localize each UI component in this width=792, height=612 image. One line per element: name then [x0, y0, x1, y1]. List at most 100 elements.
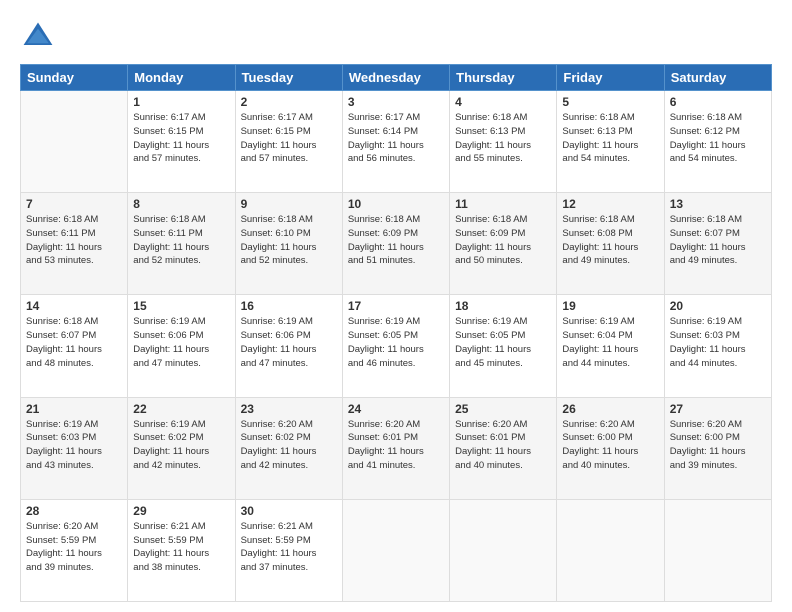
week-row-5: 28Sunrise: 6:20 AM Sunset: 5:59 PM Dayli…: [21, 499, 772, 601]
day-info: Sunrise: 6:17 AM Sunset: 6:15 PM Dayligh…: [133, 111, 229, 166]
day-number: 14: [26, 299, 122, 313]
weekday-wednesday: Wednesday: [342, 65, 449, 91]
weekday-friday: Friday: [557, 65, 664, 91]
header: [20, 18, 772, 54]
day-number: 17: [348, 299, 444, 313]
day-info: Sunrise: 6:18 AM Sunset: 6:13 PM Dayligh…: [455, 111, 551, 166]
day-cell: 16Sunrise: 6:19 AM Sunset: 6:06 PM Dayli…: [235, 295, 342, 397]
day-cell: 15Sunrise: 6:19 AM Sunset: 6:06 PM Dayli…: [128, 295, 235, 397]
day-number: 15: [133, 299, 229, 313]
day-info: Sunrise: 6:18 AM Sunset: 6:11 PM Dayligh…: [133, 213, 229, 268]
day-cell: [21, 91, 128, 193]
day-number: 23: [241, 402, 337, 416]
day-number: 6: [670, 95, 766, 109]
weekday-header-row: SundayMondayTuesdayWednesdayThursdayFrid…: [21, 65, 772, 91]
day-info: Sunrise: 6:18 AM Sunset: 6:07 PM Dayligh…: [670, 213, 766, 268]
day-cell: 18 Sunrise: 6:19 AM Sunset: 6:05 PM Dayli…: [450, 295, 557, 397]
day-info: Sunrise: 6:18 AM Sunset: 6:08 PM Dayligh…: [562, 213, 658, 268]
day-number: 18: [455, 299, 551, 313]
day-number: 20: [670, 299, 766, 313]
day-info: Sunrise: 6:18 AM Sunset: 6:10 PM Dayligh…: [241, 213, 337, 268]
weekday-saturday: Saturday: [664, 65, 771, 91]
week-row-3: 14 Sunrise: 6:18 AM Sunset: 6:07 PM Dayli…: [21, 295, 772, 397]
day-number: 1: [133, 95, 229, 109]
day-info: Sunrise: 6:20 AM Sunset: 5:59 PM Dayligh…: [26, 520, 122, 575]
day-cell: 19 Sunrise: 6:19 AM Sunset: 6:04 PM Dayli…: [557, 295, 664, 397]
day-info: Sunrise: 6:20 AM Sunset: 6:01 PM Dayligh…: [455, 418, 551, 473]
day-info: Sunrise: 6:20 AM Sunset: 6:02 PM Dayligh…: [241, 418, 337, 473]
day-cell: 17 Sunrise: 6:19 AM Sunset: 6:05 PM Dayli…: [342, 295, 449, 397]
day-cell: [557, 499, 664, 601]
day-number: 7: [26, 197, 122, 211]
day-info: Sunrise: 6:21 AM Sunset: 5:59 PM Dayligh…: [133, 520, 229, 575]
day-cell: 30 Sunrise: 6:21 AM Sunset: 5:59 PM Dayli…: [235, 499, 342, 601]
day-cell: 1 Sunrise: 6:17 AM Sunset: 6:15 PM Daylig…: [128, 91, 235, 193]
day-cell: [664, 499, 771, 601]
day-cell: 9 Sunrise: 6:18 AM Sunset: 6:10 PM Daylig…: [235, 193, 342, 295]
day-number: 8: [133, 197, 229, 211]
day-number: 21: [26, 402, 122, 416]
weekday-sunday: Sunday: [21, 65, 128, 91]
day-cell: 11 Sunrise: 6:18 AM Sunset: 6:09 PM Dayli…: [450, 193, 557, 295]
day-number: 9: [241, 197, 337, 211]
day-cell: 23 Sunrise: 6:20 AM Sunset: 6:02 PM Dayli…: [235, 397, 342, 499]
day-info: Sunrise: 6:20 AM Sunset: 6:00 PM Dayligh…: [670, 418, 766, 473]
day-cell: 6 Sunrise: 6:18 AM Sunset: 6:12 PM Daylig…: [664, 91, 771, 193]
day-cell: 8 Sunrise: 6:18 AM Sunset: 6:11 PM Daylig…: [128, 193, 235, 295]
calendar-table: SundayMondayTuesdayWednesdayThursdayFrid…: [20, 64, 772, 602]
day-number: 19: [562, 299, 658, 313]
day-cell: 5 Sunrise: 6:18 AM Sunset: 6:13 PM Daylig…: [557, 91, 664, 193]
day-cell: 20 Sunrise: 6:19 AM Sunset: 6:03 PM Dayli…: [664, 295, 771, 397]
day-number: 3: [348, 95, 444, 109]
day-cell: 10 Sunrise: 6:18 AM Sunset: 6:09 PM Dayli…: [342, 193, 449, 295]
day-info: Sunrise: 6:17 AM Sunset: 6:15 PM Dayligh…: [241, 111, 337, 166]
day-number: 26: [562, 402, 658, 416]
day-info: Sunrise: 6:19 AM Sunset: 6:03 PM Dayligh…: [26, 418, 122, 473]
day-info: Sunrise: 6:19 AM Sunset: 6:05 PM Dayligh…: [455, 315, 551, 370]
day-cell: 27Sunrise: 6:20 AM Sunset: 6:00 PM Dayli…: [664, 397, 771, 499]
day-number: 13: [670, 197, 766, 211]
logo: [20, 18, 60, 54]
day-info: Sunrise: 6:19 AM Sunset: 6:04 PM Dayligh…: [562, 315, 658, 370]
day-info: Sunrise: 6:18 AM Sunset: 6:09 PM Dayligh…: [455, 213, 551, 268]
day-number: 5: [562, 95, 658, 109]
page: SundayMondayTuesdayWednesdayThursdayFrid…: [0, 0, 792, 612]
week-row-1: 1 Sunrise: 6:17 AM Sunset: 6:15 PM Daylig…: [21, 91, 772, 193]
day-cell: 14 Sunrise: 6:18 AM Sunset: 6:07 PM Dayli…: [21, 295, 128, 397]
day-info: Sunrise: 6:19 AM Sunset: 6:03 PM Dayligh…: [670, 315, 766, 370]
day-number: 24: [348, 402, 444, 416]
day-number: 16: [241, 299, 337, 313]
day-info: Sunrise: 6:20 AM Sunset: 6:00 PM Dayligh…: [562, 418, 658, 473]
day-number: 11: [455, 197, 551, 211]
day-number: 4: [455, 95, 551, 109]
day-number: 10: [348, 197, 444, 211]
day-number: 12: [562, 197, 658, 211]
day-number: 2: [241, 95, 337, 109]
weekday-monday: Monday: [128, 65, 235, 91]
day-cell: 3 Sunrise: 6:17 AM Sunset: 6:14 PM Daylig…: [342, 91, 449, 193]
day-cell: [450, 499, 557, 601]
day-info: Sunrise: 6:21 AM Sunset: 5:59 PM Dayligh…: [241, 520, 337, 575]
day-number: 30: [241, 504, 337, 518]
weekday-thursday: Thursday: [450, 65, 557, 91]
logo-icon: [20, 18, 56, 54]
day-info: Sunrise: 6:19 AM Sunset: 6:05 PM Dayligh…: [348, 315, 444, 370]
day-info: Sunrise: 6:18 AM Sunset: 6:09 PM Dayligh…: [348, 213, 444, 268]
day-cell: 29 Sunrise: 6:21 AM Sunset: 5:59 PM Dayli…: [128, 499, 235, 601]
day-number: 29: [133, 504, 229, 518]
day-cell: 25 Sunrise: 6:20 AM Sunset: 6:01 PM Dayli…: [450, 397, 557, 499]
day-info: Sunrise: 6:17 AM Sunset: 6:14 PM Dayligh…: [348, 111, 444, 166]
day-info: Sunrise: 6:19 AM Sunset: 6:02 PM Dayligh…: [133, 418, 229, 473]
day-cell: 12 Sunrise: 6:18 AM Sunset: 6:08 PM Dayli…: [557, 193, 664, 295]
day-cell: 22 Sunrise: 6:19 AM Sunset: 6:02 PM Dayli…: [128, 397, 235, 499]
day-cell: 26 Sunrise: 6:20 AM Sunset: 6:00 PM Dayli…: [557, 397, 664, 499]
day-info: Sunrise: 6:20 AM Sunset: 6:01 PM Dayligh…: [348, 418, 444, 473]
week-row-2: 7 Sunrise: 6:18 AM Sunset: 6:11 PM Daylig…: [21, 193, 772, 295]
day-info: Sunrise: 6:18 AM Sunset: 6:07 PM Dayligh…: [26, 315, 122, 370]
day-cell: 28Sunrise: 6:20 AM Sunset: 5:59 PM Dayli…: [21, 499, 128, 601]
day-info: Sunrise: 6:18 AM Sunset: 6:13 PM Dayligh…: [562, 111, 658, 166]
day-number: 25: [455, 402, 551, 416]
day-cell: 24 Sunrise: 6:20 AM Sunset: 6:01 PM Dayli…: [342, 397, 449, 499]
day-info: Sunrise: 6:18 AM Sunset: 6:12 PM Dayligh…: [670, 111, 766, 166]
day-number: 22: [133, 402, 229, 416]
